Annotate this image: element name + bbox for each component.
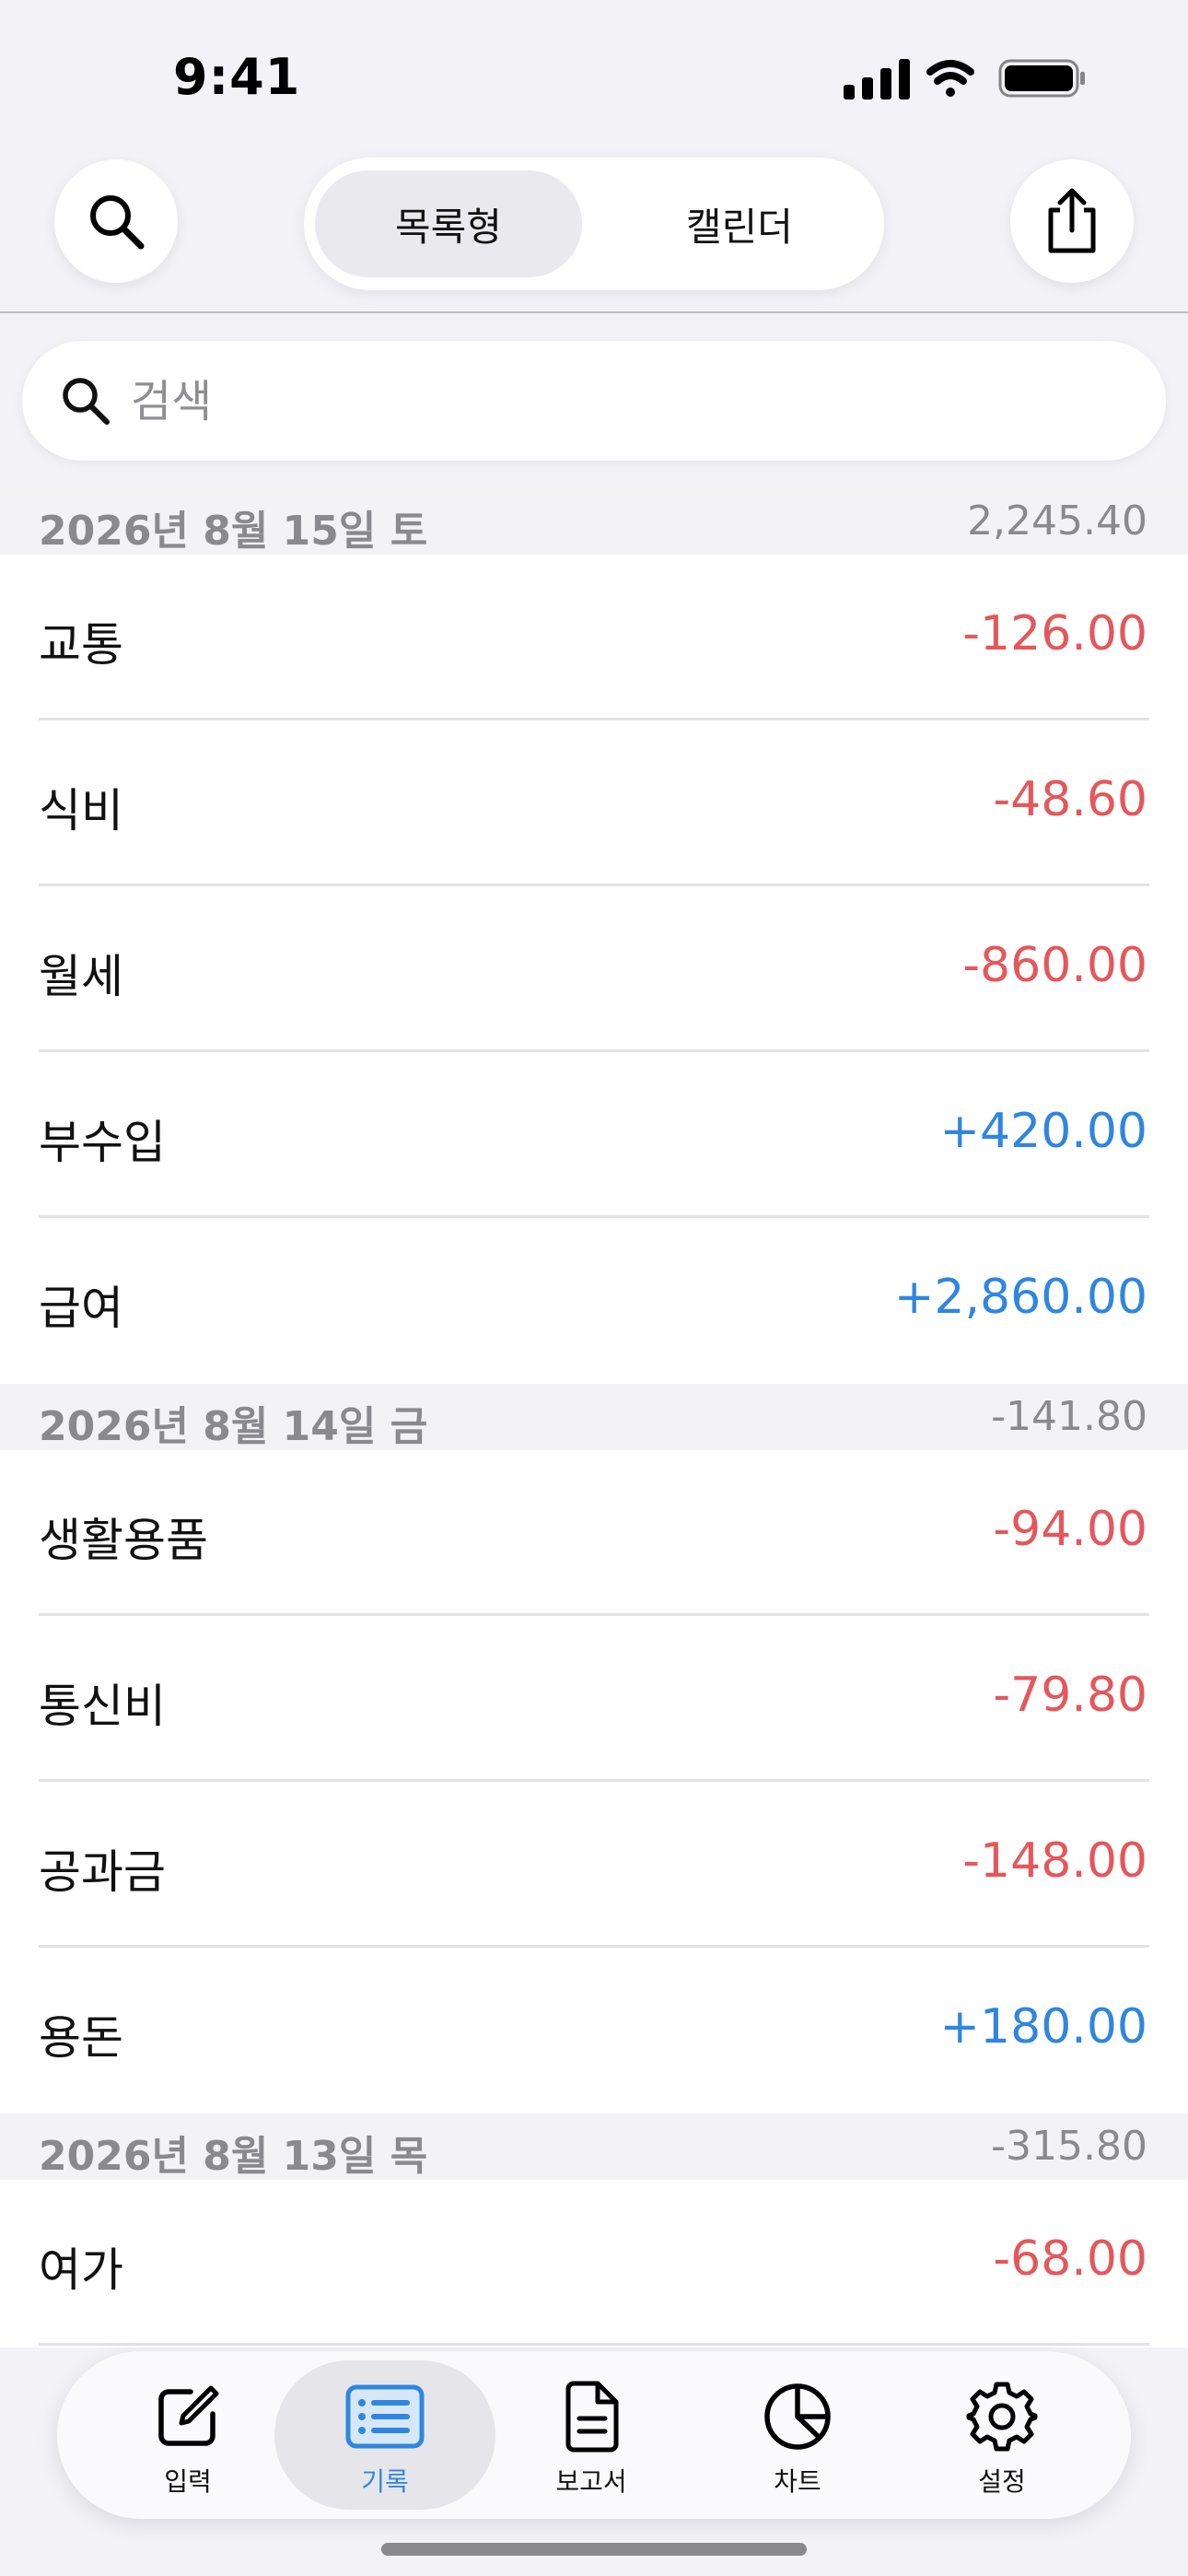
records-list: 2026년 8월 15일 토 2,245.40 교통 -126.00 식비 -4…: [0, 488, 1188, 2346]
transaction-amount: -48.60: [993, 772, 1147, 827]
segment-calendar-view[interactable]: 캘린더: [606, 170, 873, 277]
transaction-amount: -148.00: [962, 1833, 1147, 1889]
day-date: 2026년 8월 13일 목: [39, 2133, 428, 2180]
tab-records[interactable]: 기록: [274, 2360, 495, 2510]
transaction-amount: +2,860.00: [893, 1270, 1147, 1325]
search-icon: [63, 378, 110, 425]
magnifier-icon: [90, 195, 145, 250]
transaction-amount: -68.00: [993, 2231, 1147, 2287]
wifi-icon: [926, 60, 974, 97]
transaction-row[interactable]: 급여 +2,860.00: [0, 1218, 1188, 1384]
day-header: 2026년 8월 14일 금 -141.80: [0, 1384, 1188, 1450]
tab-charts[interactable]: 차트: [687, 2360, 908, 2510]
tab-settings[interactable]: 설정: [891, 2360, 1112, 2510]
day-header: 2026년 8월 13일 목 -315.80: [0, 2113, 1188, 2180]
transaction-category: 부수입: [39, 1116, 166, 1169]
transaction-category: 통신비: [39, 1680, 166, 1733]
search-input[interactable]: [129, 367, 1127, 437]
transaction-category: 급여: [39, 1282, 123, 1335]
day-total: -141.80: [991, 1393, 1147, 1440]
document-icon: [565, 2381, 619, 2453]
transaction-category: 공과금: [39, 1845, 166, 1899]
home-indicator[interactable]: [381, 2543, 807, 2556]
transaction-category: 월세: [39, 950, 123, 1003]
transaction-amount: +180.00: [939, 1999, 1147, 2055]
tab-label: 기록: [361, 2466, 409, 2497]
status-icons: [844, 59, 1085, 100]
cellular-signal-icon: [844, 59, 910, 100]
transaction-row[interactable]: 여가 -68.00: [0, 2180, 1188, 2346]
tab-label: 설정: [978, 2466, 1026, 2497]
transaction-row[interactable]: 월세 -860.00: [0, 886, 1188, 1052]
share-icon: [1048, 188, 1096, 253]
transaction-amount: -126.00: [962, 606, 1147, 662]
day-date: 2026년 8월 15일 토: [39, 508, 428, 555]
row-separator: [39, 2343, 1149, 2346]
day-date: 2026년 8월 14일 금: [39, 1403, 428, 1450]
view-mode-segmented-control: 목록형 캘린더: [304, 158, 884, 290]
status-bar: 9:41: [0, 0, 1188, 157]
transaction-row[interactable]: 부수입 +420.00: [0, 1052, 1188, 1218]
tab-label: 차트: [774, 2466, 821, 2497]
compose-icon: [158, 2385, 219, 2446]
search-field[interactable]: [22, 341, 1166, 461]
transaction-row[interactable]: 공과금 -148.00: [0, 1782, 1188, 1948]
transaction-row[interactable]: 식비 -48.60: [0, 720, 1188, 886]
search-area: [0, 313, 1188, 488]
share-button[interactable]: [1010, 159, 1134, 283]
transaction-category: 교통: [39, 618, 123, 672]
segment-list-view[interactable]: 목록형: [315, 170, 582, 277]
day-total: 2,245.40: [967, 498, 1147, 544]
transaction-amount: -860.00: [962, 938, 1147, 993]
transaction-category: 여가: [39, 2243, 123, 2297]
transaction-category: 식비: [39, 784, 123, 837]
transaction-row[interactable]: 생활용품 -94.00: [0, 1450, 1188, 1616]
gear-icon: [966, 2382, 1038, 2452]
day-total: -315.80: [991, 2123, 1147, 2170]
tab-label: 보고서: [555, 2466, 627, 2497]
tab-label: 입력: [164, 2466, 212, 2497]
pie-chart-icon: [764, 2383, 831, 2450]
transaction-amount: -79.80: [993, 1668, 1147, 1723]
search-button[interactable]: [54, 159, 178, 283]
day-header: 2026년 8월 15일 토 2,245.40: [0, 488, 1188, 555]
transaction-category: 용돈: [39, 2011, 123, 2065]
transaction-row[interactable]: 교통 -126.00: [0, 555, 1188, 720]
transaction-category: 생활용품: [39, 1514, 208, 1567]
tab-bar: 입력 기록 보고서 차트 설정: [57, 2351, 1131, 2519]
list-icon: [345, 2384, 425, 2449]
transaction-amount: +420.00: [939, 1104, 1147, 1159]
battery-icon: [998, 59, 1085, 98]
transaction-amount: -94.00: [993, 1502, 1147, 1557]
transaction-row[interactable]: 통신비 -79.80: [0, 1616, 1188, 1782]
status-time: 9:41: [173, 48, 301, 106]
tab-reports[interactable]: 보고서: [481, 2360, 702, 2510]
tab-input[interactable]: 입력: [77, 2360, 298, 2510]
transaction-row[interactable]: 용돈 +180.00: [0, 1948, 1188, 2113]
